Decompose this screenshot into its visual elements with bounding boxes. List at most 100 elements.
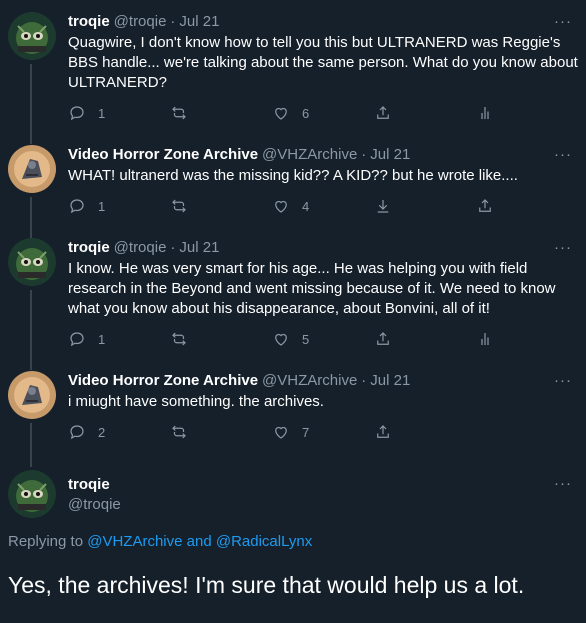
tweet-date[interactable]: Jul 21	[370, 371, 410, 391]
user-handle[interactable]: @troqie	[114, 238, 167, 258]
thread-line	[30, 197, 32, 241]
more-icon[interactable]: ···	[554, 238, 572, 258]
replying-and[interactable]: and	[182, 533, 215, 550]
avatar-column	[8, 470, 56, 518]
reply-button[interactable]: 1	[68, 104, 170, 122]
share-button[interactable]	[374, 104, 476, 122]
retweet-icon	[172, 425, 186, 439]
tweet[interactable]: Video Horror Zone Archive @VHZArchive · …	[0, 145, 586, 241]
separator-dot: ·	[361, 146, 367, 163]
mention-link[interactable]: @RadicalLynx	[216, 533, 312, 550]
retweet-button[interactable]	[170, 330, 272, 348]
avatar[interactable]	[8, 145, 56, 193]
user-handle[interactable]: @VHZArchive	[262, 371, 357, 391]
tweet-body: troqie @troqie · Jul 21 ··· Quagwire, I …	[68, 12, 578, 123]
reply-count: 1	[98, 198, 106, 214]
avatar-column	[8, 145, 56, 241]
thread-line	[30, 423, 32, 467]
download-button[interactable]	[374, 197, 476, 215]
tweet-header: Video Horror Zone Archive @VHZArchive · …	[68, 371, 578, 391]
like-button[interactable]: 4	[272, 197, 374, 215]
display-name[interactable]: Video Horror Zone Archive	[68, 145, 258, 165]
like-icon	[275, 426, 287, 439]
reply-button[interactable]: 2	[68, 423, 170, 441]
more-icon[interactable]: ···	[554, 474, 572, 494]
display-name[interactable]: troqie	[68, 475, 578, 495]
analytics-button[interactable]	[476, 104, 494, 122]
reply-icon	[70, 332, 84, 347]
analytics-icon	[481, 107, 489, 119]
thread-line	[30, 64, 32, 144]
share-button[interactable]	[476, 197, 494, 215]
like-count: 7	[302, 424, 310, 440]
avatar[interactable]	[8, 12, 56, 60]
reply-count: 1	[98, 105, 106, 121]
retweet-button[interactable]	[170, 423, 272, 441]
analytics-button[interactable]	[476, 330, 494, 348]
tweet[interactable]: troqie @troqie · Jul 21 ··· I know. He w…	[0, 238, 586, 370]
share-button[interactable]	[374, 423, 392, 441]
tweet-date[interactable]: Jul 21	[179, 238, 219, 258]
share-button[interactable]	[374, 330, 476, 348]
tweet-actions: 1 6	[68, 103, 578, 123]
like-button[interactable]: 6	[272, 104, 374, 122]
like-count: 6	[302, 105, 310, 121]
user-handle[interactable]: @troqie	[114, 12, 167, 32]
user-handle[interactable]: @VHZArchive	[262, 145, 357, 165]
display-name[interactable]: troqie	[68, 238, 110, 258]
display-name[interactable]: Video Horror Zone Archive	[68, 371, 258, 391]
replying-prefix: Replying to	[8, 533, 88, 550]
avatar-column	[8, 12, 56, 144]
tweet-text: i miught have something. the archives.	[68, 393, 324, 410]
like-button[interactable]: 7	[272, 423, 374, 441]
tweet-header: troqie @troqie · Jul 21	[68, 238, 578, 258]
mention-link[interactable]: @VHZArchive	[87, 533, 182, 550]
like-button[interactable]: 5	[272, 330, 374, 348]
replying-to: Replying to @VHZArchive and @RadicalLynx	[0, 532, 586, 552]
tweet-text: Quagwire, I don't know how to tell you t…	[68, 34, 578, 91]
separator-dot: ·	[170, 239, 176, 256]
separator-dot: ·	[170, 13, 176, 30]
tweet-actions: 2 7	[68, 422, 578, 442]
focused-tweet[interactable]: troqie @troqie ···	[0, 470, 586, 518]
reply-icon	[70, 106, 84, 121]
more-icon[interactable]: ···	[554, 371, 572, 391]
avatar-column	[8, 238, 56, 370]
analytics-icon	[481, 333, 489, 345]
tweet-text: WHAT! ultranerd was the missing kid?? A …	[68, 167, 518, 184]
tweet-header: troqie @troqie · Jul 21	[68, 12, 578, 32]
avatar[interactable]	[8, 470, 56, 518]
retweet-button[interactable]	[170, 197, 272, 215]
focused-tweet-header: troqie @troqie	[68, 470, 578, 518]
reply-icon	[70, 425, 84, 440]
retweet-button[interactable]	[170, 104, 272, 122]
tweet[interactable]: troqie @troqie · Jul 21 ··· Quagwire, I …	[0, 12, 586, 144]
more-icon[interactable]: ···	[554, 145, 572, 165]
tweet-date[interactable]: Jul 21	[179, 12, 219, 32]
share-icon	[479, 199, 491, 212]
tweet-date[interactable]: Jul 21	[370, 145, 410, 165]
reply-icon	[70, 199, 84, 214]
retweet-icon	[172, 332, 186, 346]
reply-button[interactable]: 1	[68, 197, 170, 215]
reply-count: 2	[98, 424, 106, 440]
tweet-body: Video Horror Zone Archive @VHZArchive · …	[68, 145, 578, 216]
tweet-text: I know. He was very smart for his age...…	[68, 260, 556, 317]
tweet-body: troqie @troqie · Jul 21 ··· I know. He w…	[68, 238, 578, 349]
tweet-actions: 1 4	[68, 196, 578, 216]
retweet-icon	[172, 106, 186, 120]
user-handle[interactable]: @troqie	[68, 495, 578, 515]
reply-button[interactable]: 1	[68, 330, 170, 348]
tweet[interactable]: Video Horror Zone Archive @VHZArchive · …	[0, 371, 586, 467]
focused-tweet-text: Yes, the archives! I'm sure that would h…	[8, 572, 525, 598]
avatar[interactable]	[8, 238, 56, 286]
share-icon	[377, 425, 389, 438]
display-name[interactable]: troqie	[68, 12, 110, 32]
avatar[interactable]	[8, 371, 56, 419]
like-icon	[275, 200, 287, 213]
like-count: 4	[302, 198, 310, 214]
tweet-actions: 1 5	[68, 329, 578, 349]
share-icon	[377, 106, 389, 119]
tweet-header: Video Horror Zone Archive @VHZArchive · …	[68, 145, 578, 165]
more-icon[interactable]: ···	[554, 12, 572, 32]
